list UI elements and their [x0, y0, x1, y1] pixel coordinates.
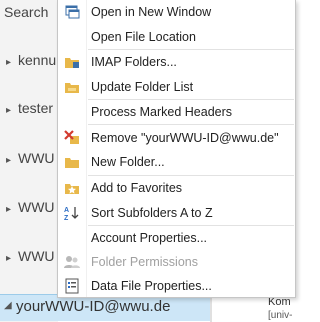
- menu-item-label: Add to Favorites: [91, 181, 183, 195]
- expand-arrow-icon[interactable]: ▸: [6, 57, 16, 68]
- menu-item-remove-account[interactable]: Remove "yourWWU-ID@wwu.de": [58, 126, 295, 150]
- menu-item-data-file-properties[interactable]: Data File Properties...: [58, 274, 295, 298]
- folder-label: WWU: [18, 248, 55, 264]
- selected-account-row[interactable]: ◢ yourWWU-ID@wwu.de: [0, 294, 210, 321]
- folder-label: WWU: [18, 199, 55, 215]
- menu-item-label: Open in New Window: [91, 5, 212, 19]
- folder-label: Search: [4, 4, 49, 20]
- expand-arrow-icon[interactable]: ▸: [6, 204, 16, 215]
- favorites-star-icon: [64, 180, 80, 196]
- folder-item-account-5[interactable]: ▸ WWU: [0, 248, 55, 272]
- menu-item-label: Update Folder List: [91, 80, 194, 94]
- menu-item-folder-permissions: Folder Permissions: [58, 250, 295, 274]
- menu-item-add-to-favorites[interactable]: Add to Favorites: [58, 176, 295, 200]
- update-folder-list-icon: [64, 79, 80, 95]
- menu-item-label: Sort Subfolders A to Z: [91, 206, 213, 220]
- menu-item-label: Remove "yourWWU-ID@wwu.de": [91, 131, 279, 145]
- menu-item-label: IMAP Folders...: [91, 55, 177, 69]
- folder-label: kennu: [18, 52, 57, 68]
- new-folder-icon: [64, 154, 80, 170]
- expand-arrow-icon[interactable]: ▸: [6, 155, 16, 166]
- svg-text:Z: Z: [64, 215, 69, 221]
- expand-arrow-icon[interactable]: ▸: [6, 253, 16, 264]
- menu-item-label: New Folder...: [91, 155, 165, 169]
- sort-az-icon: AZ: [64, 205, 80, 222]
- folder-item-account-3[interactable]: ▸ WWU: [0, 150, 55, 174]
- menu-item-label: Account Properties...: [91, 231, 208, 245]
- menu-item-account-properties[interactable]: Account Properties...: [58, 226, 295, 250]
- folder-label: tester: [18, 100, 54, 116]
- folder-item-search[interactable]: Search: [0, 4, 48, 28]
- menu-item-sort-subfolders[interactable]: AZ Sort Subfolders A to Z: [58, 201, 295, 225]
- menu-item-label: Open File Location: [91, 30, 196, 44]
- remove-account-icon: [64, 130, 80, 146]
- pane-divider[interactable]: [210, 294, 212, 322]
- menu-item-label: Data File Properties...: [91, 279, 212, 293]
- expand-arrow-icon[interactable]: ▸: [6, 105, 16, 116]
- folder-item-account-2[interactable]: ▸ tester: [0, 100, 53, 124]
- menu-item-open-new-window[interactable]: Open in New Window: [58, 0, 295, 24]
- menu-item-label: Folder Permissions: [91, 255, 198, 269]
- imap-folders-icon: [64, 54, 80, 70]
- menu-item-process-marked-headers[interactable]: Process Marked Headers: [58, 100, 295, 124]
- new-window-icon: [64, 4, 80, 20]
- folder-item-account-1[interactable]: ▸ kennu: [0, 52, 56, 76]
- svg-text:A: A: [64, 207, 69, 214]
- preview-text-2: [univ-: [268, 310, 293, 321]
- menu-item-new-folder[interactable]: New Folder...: [58, 150, 295, 174]
- menu-item-label: Process Marked Headers: [91, 105, 233, 119]
- menu-item-imap-folders[interactable]: IMAP Folders...: [58, 50, 295, 74]
- data-file-properties-icon: [64, 278, 80, 294]
- menu-item-open-file-location[interactable]: Open File Location: [58, 25, 295, 49]
- folder-permissions-icon: [64, 254, 80, 270]
- menu-separator: [88, 124, 294, 125]
- folder-item-account-4[interactable]: ▸ WWU: [0, 199, 55, 223]
- account-label: yourWWU-ID@wwu.de: [16, 298, 171, 315]
- folder-context-menu: Open in New Window Open File Location IM…: [57, 0, 296, 298]
- menu-item-update-folder-list[interactable]: Update Folder List: [58, 75, 295, 99]
- folder-label: WWU: [18, 150, 55, 166]
- collapse-arrow-icon[interactable]: ◢: [4, 300, 16, 311]
